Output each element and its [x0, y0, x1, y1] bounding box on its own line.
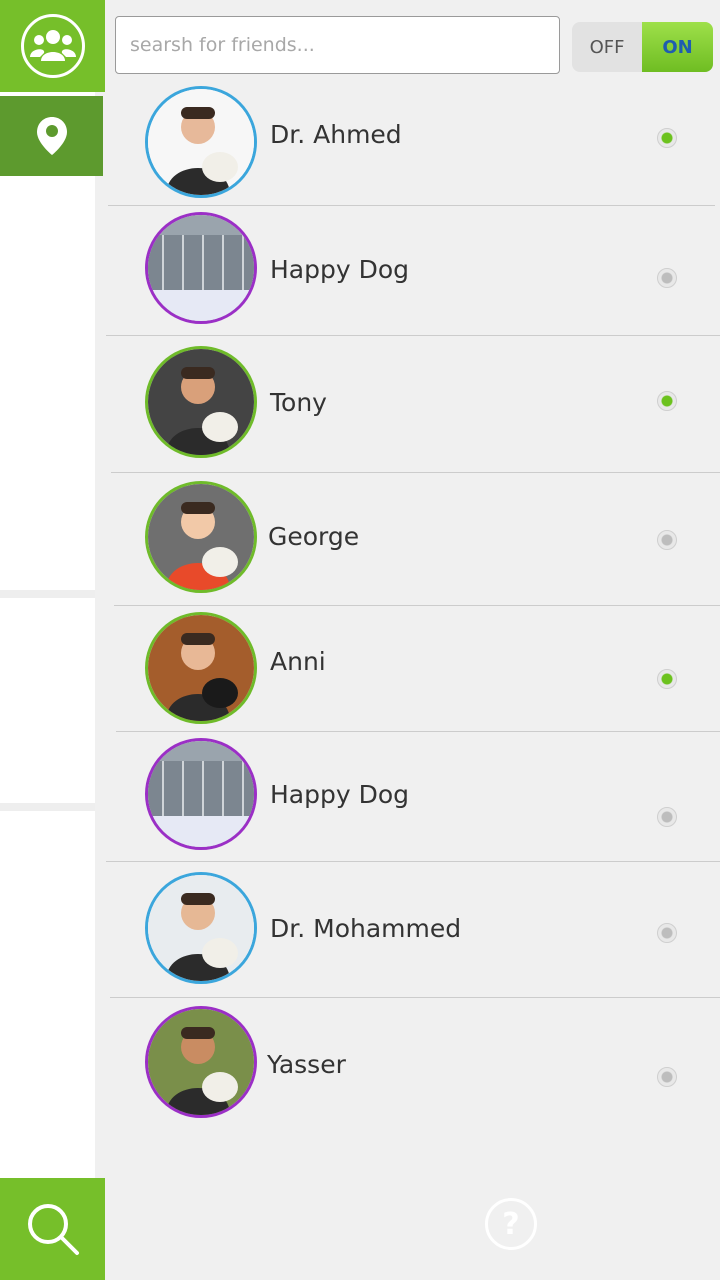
friend-row[interactable]: Happy Dog [105, 732, 720, 867]
list-divider [116, 731, 720, 732]
offline-status-dot [657, 268, 677, 288]
toggle-off-option[interactable]: OFF [572, 22, 642, 72]
avatar[interactable] [145, 481, 257, 593]
friend-row[interactable]: Tony [105, 340, 720, 475]
help-icon[interactable]: ? [485, 1198, 537, 1250]
location-pin-icon [36, 117, 67, 155]
friend-name: Happy Dog [270, 255, 410, 284]
avatar[interactable] [145, 738, 257, 850]
sidebar [0, 0, 95, 1280]
friend-name: Dr. Mohammed [270, 914, 462, 943]
friend-name: Anni [270, 647, 326, 676]
friend-name: Dr. Ahmed [270, 120, 402, 149]
online-status-dot [657, 128, 677, 148]
friend-row[interactable]: Anni [105, 606, 720, 741]
sidebar-item-search[interactable] [0, 1178, 105, 1280]
toggle-on-option[interactable]: ON [642, 22, 713, 72]
avatar[interactable] [145, 1006, 257, 1118]
offline-status-dot [657, 923, 677, 943]
list-divider [108, 205, 715, 206]
list-divider [106, 861, 720, 862]
search-input[interactable] [115, 16, 560, 74]
list-divider [110, 997, 720, 998]
avatar[interactable] [145, 86, 257, 198]
friend-row[interactable]: Yasser [105, 1000, 720, 1135]
offline-status-dot [657, 807, 677, 827]
friend-row[interactable]: Dr. Ahmed [105, 80, 720, 215]
list-divider [114, 605, 720, 606]
friend-name: Happy Dog [270, 780, 410, 809]
friend-name: Tony [270, 388, 327, 417]
sidebar-item-location[interactable] [0, 96, 103, 176]
sidebar-divider [0, 803, 95, 811]
friend-name: George [268, 522, 360, 551]
online-status-dot [657, 669, 677, 689]
friend-row[interactable]: Dr. Mohammed [105, 866, 720, 1001]
friends-group-icon [20, 14, 85, 78]
avatar[interactable] [145, 346, 257, 458]
online-toggle[interactable]: OFF ON [572, 22, 713, 72]
sidebar-item-friends[interactable] [0, 0, 105, 92]
list-divider [106, 335, 720, 336]
avatar[interactable] [145, 872, 257, 984]
friend-name: Yasser [267, 1050, 346, 1079]
avatar[interactable] [145, 212, 257, 324]
friend-row[interactable]: Happy Dog [105, 206, 720, 341]
online-status-dot [657, 391, 677, 411]
search-icon [27, 1204, 79, 1255]
avatar[interactable] [145, 612, 257, 724]
friend-row[interactable]: George [105, 475, 720, 610]
sidebar-divider [0, 590, 95, 598]
offline-status-dot [657, 530, 677, 550]
list-divider [111, 472, 720, 473]
offline-status-dot [657, 1067, 677, 1087]
